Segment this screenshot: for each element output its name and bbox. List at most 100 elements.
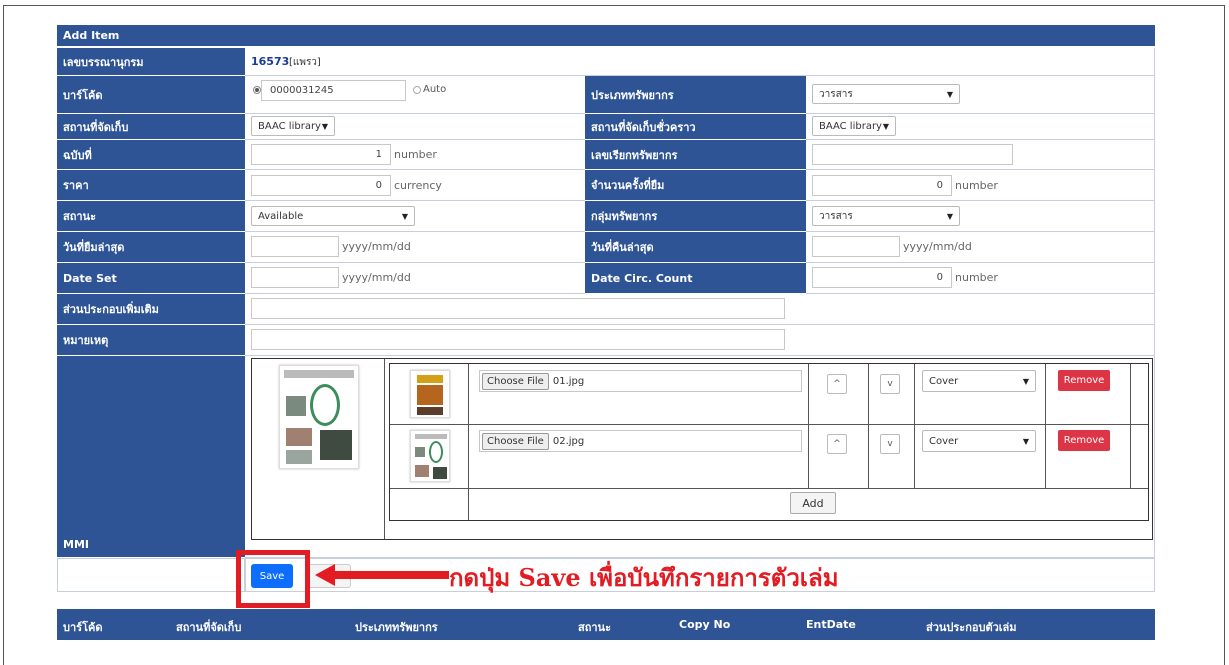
date-circ-cell: 0 number [806,263,1155,294]
image-thumbnail [410,430,450,482]
image-type-select[interactable]: Cover ▼ [922,370,1036,392]
label-last-return: วันที่คืนล่าสุด [585,232,806,263]
resource-type-select[interactable]: วารสาร ▼ [812,84,960,104]
choose-file-button[interactable]: Choose File [482,372,549,390]
label-status: สถานะ [57,201,245,232]
barcode-input[interactable]: 0000031245 [261,80,406,101]
date-set-placeholder: yyyy/mm/dd [342,271,411,284]
status-select[interactable]: Available ▼ [251,206,415,226]
date-set-cell: yyyy/mm/dd [245,263,585,294]
image-row: Choose File 02.jpg ^ v Cover ▼ Remove [390,424,1148,489]
label-barcode: บาร์โค้ด [57,76,245,114]
annotation-text: กดปุ่ม Save เพื่อบันทึกรายการตัวเล่ม [449,563,839,592]
bib-number[interactable]: 16573 [251,55,289,68]
copy-cell: 1 number [245,140,585,170]
last-borrow-placeholder: yyyy/mm/dd [342,240,411,253]
date-set-input[interactable] [251,267,339,288]
label-call-number: เลขเรียกทรัพยากร [585,140,806,170]
col-barcode[interactable]: บาร์โค้ด [63,618,102,636]
price-unit: currency [394,179,442,192]
items-table-header: บาร์โค้ด สถานที่จัดเก็บ ประเภททรัพยากร ส… [57,609,1155,640]
barcode-radio[interactable] [253,86,261,94]
chevron-down-icon: ▼ [401,211,408,221]
auto-radio[interactable] [413,86,421,94]
last-borrow-cell: yyyy/mm/dd [245,232,585,263]
save-highlight-box [236,550,310,608]
resource-type-cell: วารสาร ▼ [806,76,1155,114]
remove-button[interactable]: Remove [1058,430,1110,451]
label-location: สถานที่จัดเก็บ [57,114,245,140]
status-cell: Available ▼ [245,201,585,232]
label-extra-parts: ส่วนประกอบเพิ่มเติม [57,294,245,325]
image-row: Choose File 01.jpg ^ v Cover ▼ Remove [390,364,1148,425]
chevron-down-icon: ▼ [321,121,328,131]
move-down-button[interactable]: v [880,434,900,454]
extra-parts-cell [245,294,1155,325]
label-copy: ฉบับที่ [57,140,245,170]
location-select[interactable]: BAAC library ▼ [251,116,335,136]
file-name: 01.jpg [552,375,585,387]
price-input[interactable]: 0 [251,175,391,196]
last-return-placeholder: yyyy/mm/dd [903,240,972,253]
label-date-circ: Date Circ. Count [585,263,806,294]
call-number-input[interactable] [812,144,1013,165]
label-price: ราคา [57,170,245,201]
copy-input[interactable]: 1 [251,144,391,165]
price-cell: 0 currency [245,170,585,201]
last-borrow-input[interactable] [251,236,339,257]
col-status[interactable]: สถานะ [578,618,611,636]
last-return-input[interactable] [812,236,900,257]
extra-parts-input[interactable] [251,298,785,319]
label-last-borrow: วันที่ยืมล่าสุด [57,232,245,263]
form-title: Add Item [57,25,1155,47]
label-mmi: MMI [57,356,245,558]
mmi-cell: Choose File 01.jpg ^ v Cover ▼ Remove Ch… [245,356,1155,558]
chevron-down-icon: ▼ [1022,376,1029,386]
file-input[interactable]: Choose File 02.jpg [479,430,802,452]
date-circ-unit: number [955,271,998,284]
col-parts[interactable]: ส่วนประกอบตัวเล่ม [926,618,1017,636]
temp-location-cell: BAAC library ▼ [806,114,1155,140]
add-button[interactable]: Add [790,492,836,514]
bib-suffix: [แพรว] [289,57,321,68]
action-row-left [57,558,245,592]
col-location[interactable]: สถานที่จัดเก็บ [176,618,241,636]
label-resource-group: กลุ่มทรัพยากร [585,201,806,232]
chevron-down-icon: ▼ [946,211,953,221]
chevron-down-icon: ▼ [946,89,953,99]
resource-group-cell: วารสาร ▼ [806,201,1155,232]
remove-button[interactable]: Remove [1058,370,1110,391]
col-entdate[interactable]: EntDate [806,618,856,631]
mmi-panel: Choose File 01.jpg ^ v Cover ▼ Remove Ch… [251,358,1153,540]
image-file-table: Choose File 01.jpg ^ v Cover ▼ Remove Ch… [389,363,1149,521]
borrow-count-input[interactable]: 0 [812,175,952,196]
label-bib: เลขบรรณานุกรม [57,48,245,76]
choose-file-button[interactable]: Choose File [482,432,549,450]
label-borrow-count: จำนวนครั้งที่ยืม [585,170,806,201]
move-down-button[interactable]: v [880,374,900,394]
cover-preview-image [279,365,359,469]
temp-location-select[interactable]: BAAC library ▼ [812,116,896,136]
annotation-arrow-icon [315,564,449,586]
label-date-set: Date Set [57,263,245,294]
note-cell [245,325,1155,356]
add-row: Add [390,488,1148,520]
bib-cell: 16573 [แพรว] [245,48,1155,76]
date-circ-input[interactable]: 0 [812,267,952,288]
move-up-button[interactable]: ^ [827,374,847,394]
copy-unit: number [394,148,437,161]
image-type-select[interactable]: Cover ▼ [922,430,1036,452]
label-temp-location: สถานที่จัดเก็บชั่วคราว [585,114,806,140]
note-input[interactable] [251,329,785,350]
file-name: 02.jpg [552,435,585,447]
col-copy-no[interactable]: Copy No [679,618,730,631]
call-number-cell [806,140,1155,170]
borrow-count-unit: number [955,179,998,192]
last-return-cell: yyyy/mm/dd [806,232,1155,263]
file-input[interactable]: Choose File 01.jpg [479,370,802,392]
col-resource-type[interactable]: ประเภททรัพยากร [355,618,438,636]
chevron-down-icon: ▼ [882,121,889,131]
resource-group-select[interactable]: วารสาร ▼ [812,206,960,226]
move-up-button[interactable]: ^ [827,434,847,454]
chevron-down-icon: ▼ [1022,436,1029,446]
